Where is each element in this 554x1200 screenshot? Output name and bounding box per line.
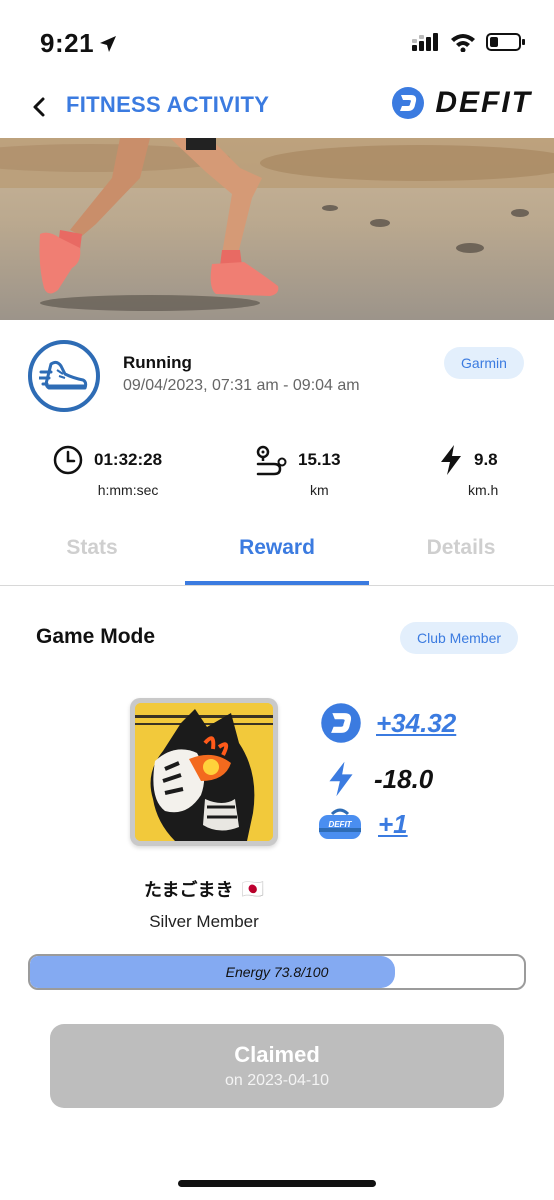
home-indicator[interactable] <box>178 1180 376 1187</box>
chevron-left-icon <box>33 97 45 117</box>
defit-token-icon <box>321 703 361 743</box>
energy-progress-bar: Energy 73.8/100 <box>28 954 526 990</box>
claim-button-label: Claimed <box>234 1042 320 1067</box>
metric-distance: 15.13 km <box>254 444 341 498</box>
status-time-text: 9:21 <box>40 28 95 58</box>
metric-distance-value: 15.13 <box>298 450 341 469</box>
running-shoe-icon <box>28 340 100 412</box>
activity-hero-image <box>0 138 554 320</box>
status-bar: 9:21 <box>0 0 554 80</box>
avatar <box>130 698 278 846</box>
username-text: たまごまき <box>144 880 234 900</box>
svg-text:DEFIT: DEFIT <box>328 820 352 829</box>
section-title: Game Mode <box>36 625 156 648</box>
energy-progress-label: Energy 73.8/100 <box>225 964 329 980</box>
reward-energy-value: -18.0 <box>374 763 434 794</box>
lightning-icon <box>329 761 353 797</box>
route-icon <box>256 445 287 476</box>
reward-bag-row: DEFIT +1 <box>316 806 408 842</box>
membership-badge: Club Member <box>400 622 518 654</box>
mystery-bag-icon: DEFIT <box>319 808 361 839</box>
metric-distance-unit: km <box>309 482 329 498</box>
location-arrow-icon <box>100 35 117 52</box>
status-icons <box>412 32 526 52</box>
clock-icon <box>53 445 83 475</box>
reward-token-row: +34.32 <box>320 702 456 744</box>
country-flag-icon: 🇯🇵 <box>241 878 264 899</box>
metric-speed-unit: km.h <box>468 482 499 498</box>
page-title: FITNESS ACTIVITY <box>66 92 270 117</box>
wifi-icon <box>451 34 475 52</box>
metric-duration: 01:32:28 h:mm:sec <box>52 444 162 498</box>
brand-logo: DEFIT <box>391 86 532 120</box>
status-time: 9:21 <box>40 28 118 59</box>
tab-reward[interactable]: Reward <box>185 536 369 560</box>
reward-bag-value[interactable]: +1 <box>378 809 408 840</box>
brand-name: DEFIT <box>435 86 532 119</box>
app-header: FITNESS ACTIVITY DEFIT <box>0 80 554 138</box>
avatar-artwork <box>135 703 273 841</box>
metric-duration-value: 01:32:28 <box>94 450 163 469</box>
member-level: Silver Member <box>149 912 259 931</box>
tab-stats[interactable]: Stats <box>28 536 156 560</box>
defit-token-icon <box>392 87 425 119</box>
reward-token-value[interactable]: +34.32 <box>376 708 456 739</box>
metric-speed-value: 9.8 <box>474 450 498 469</box>
lightning-icon <box>441 445 461 475</box>
back-button[interactable] <box>26 94 52 120</box>
metric-duration-unit: h:mm:sec <box>97 482 159 498</box>
source-badge: Garmin <box>444 347 524 379</box>
claim-button[interactable]: Claimed on 2023-04-10 <box>50 1024 504 1108</box>
metric-speed: 9.8 km.h <box>438 444 498 498</box>
activity-datetime: 09/04/2023, 07:31 am - 09:04 am <box>123 377 360 394</box>
battery-icon <box>486 33 525 51</box>
tab-active-indicator <box>185 581 369 585</box>
activity-type: Running <box>123 353 192 372</box>
tab-details[interactable]: Details <box>396 536 526 560</box>
reward-energy-row: -18.0 <box>326 760 433 798</box>
claim-date: on 2023-04-10 <box>224 1072 330 1089</box>
cellular-signal-icon <box>412 33 438 51</box>
tab-bar: Stats Reward Details <box>0 524 554 586</box>
username: たまごまき 🇯🇵 <box>0 876 408 902</box>
